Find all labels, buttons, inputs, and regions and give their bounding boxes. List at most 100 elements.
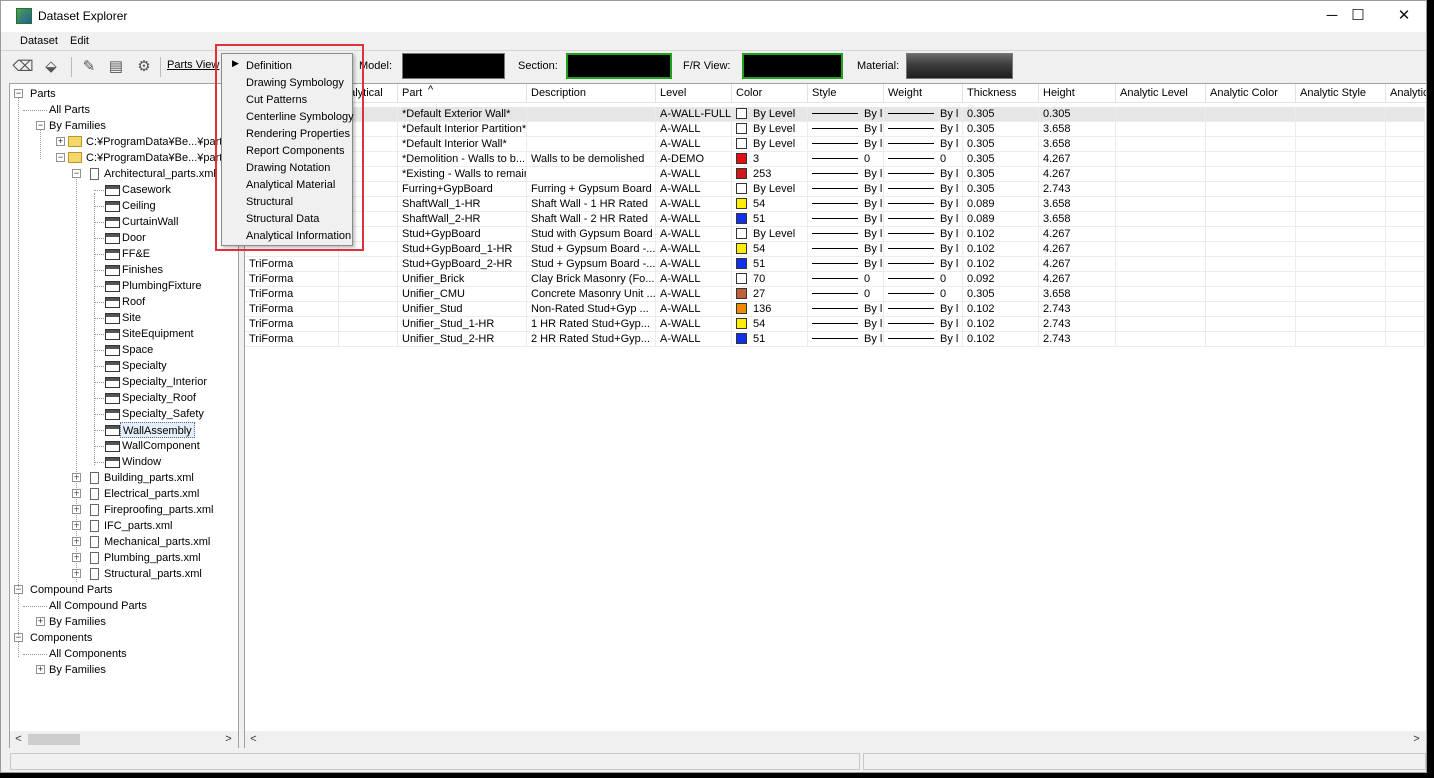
tree-node-by-families[interactable]: By Families xyxy=(49,118,106,134)
table-row[interactable]: *Default Interior Partition* A-WALL By Lev… xyxy=(245,122,1425,137)
table-row[interactable]: Stud+GypBoard Stud with Gypsum Board A-WAL… xyxy=(245,227,1425,242)
table-row[interactable]: ShaftWall_1-HR Shaft Wall - 1 HR Rated A-W… xyxy=(245,197,1425,212)
tree-node-components[interactable]: Components xyxy=(30,630,92,646)
grid-horizontal-scrollbar[interactable]: < > xyxy=(245,731,1426,748)
table-row[interactable]: TriForma Unifier_CMU Concrete Masonry Unit… xyxy=(245,287,1425,302)
gears-icon[interactable]: ⚙ xyxy=(133,56,155,78)
tree-node-category[interactable]: Window xyxy=(122,454,161,470)
maximize-button[interactable]: ☐ xyxy=(1335,1,1381,32)
column-header[interactable]: Height xyxy=(1039,84,1116,103)
tree-node-all-compound-parts[interactable]: All Compound Parts xyxy=(49,598,147,614)
scroll-left-arrow[interactable]: < xyxy=(245,731,262,748)
line-style-sample xyxy=(812,218,858,219)
fr-view-swatch[interactable] xyxy=(742,53,843,79)
table-row[interactable]: TriForma Unifier_Stud_1-HR 1 HR Rated Stud… xyxy=(245,317,1425,332)
section-swatch[interactable] xyxy=(566,53,672,79)
table-row[interactable]: Stud+GypBoard_1-HR Stud + Gypsum Board -.… xyxy=(245,242,1425,257)
column-header[interactable]: Style xyxy=(808,84,884,103)
parts-view-button[interactable]: Parts View xyxy=(167,59,219,71)
close-button[interactable]: ✕ xyxy=(1381,1,1427,32)
expand-toggle-icon[interactable]: + xyxy=(36,665,45,674)
column-header[interactable]: Analytic Level xyxy=(1116,84,1206,103)
column-header[interactable]: Thickness xyxy=(963,84,1039,103)
column-header[interactable]: Weight xyxy=(884,84,963,103)
tree-node-xml-file[interactable]: Electrical_parts.xml xyxy=(104,486,199,502)
table-row[interactable]: *Default Interior Wall* A-WALL By Level By … xyxy=(245,137,1425,152)
tree-node-xml-file[interactable]: Mechanical_parts.xml xyxy=(104,534,210,550)
material-swatch[interactable] xyxy=(906,53,1013,79)
tree-node-category[interactable]: Specialty xyxy=(122,358,167,374)
tree-node-all-components[interactable]: All Components xyxy=(49,646,127,662)
cell-style: By l xyxy=(808,257,884,272)
column-header[interactable]: Analytic Style xyxy=(1296,84,1386,103)
scroll-left-arrow[interactable]: < xyxy=(10,731,27,748)
column-header[interactable]: Color xyxy=(732,84,808,103)
tree-node-compound-parts[interactable]: Compound Parts xyxy=(30,582,113,598)
scroll-thumb[interactable] xyxy=(28,734,80,745)
tree-node-category[interactable]: FF&E xyxy=(122,246,150,262)
tree-node-category[interactable]: Ceiling xyxy=(122,198,156,214)
table-row[interactable]: TriForma Unifier_Stud Non-Rated Stud+Gyp .… xyxy=(245,302,1425,317)
menu-edit[interactable]: Edit xyxy=(70,35,89,47)
tree-node-folder[interactable]: C:¥ProgramData¥Be...¥partA xyxy=(86,150,230,166)
table-row[interactable]: TriForma Unifier_Stud_2-HR 2 HR Rated Stud… xyxy=(245,332,1425,347)
tree-node-category[interactable]: SiteEquipment xyxy=(122,326,194,342)
tree-node-category[interactable]: Roof xyxy=(122,294,145,310)
tree-node-xml-file[interactable]: Plumbing_parts.xml xyxy=(104,550,201,566)
tree-node-category[interactable]: Door xyxy=(122,230,146,246)
edit-icon[interactable]: ✎ xyxy=(78,56,100,78)
column-header[interactable]: Level xyxy=(656,84,732,103)
scroll-right-arrow[interactable]: > xyxy=(1408,731,1425,748)
document-icon[interactable]: ▤ xyxy=(105,56,127,78)
menu-dataset[interactable]: Dataset xyxy=(20,35,58,47)
tree-node-category[interactable]: WallAssembly xyxy=(120,422,195,438)
tree-node-category[interactable]: Space xyxy=(122,342,153,358)
eraser-icon[interactable]: ⌫ xyxy=(12,56,34,78)
tree-node-xml-file[interactable]: Structural_parts.xml xyxy=(104,566,202,582)
table-row[interactable]: ShaftWall_2-HR Shaft Wall - 2 HR Rated A-W… xyxy=(245,212,1425,227)
tree-node-category[interactable]: Casework xyxy=(122,182,171,198)
tree-node-category[interactable]: Specialty_Safety xyxy=(122,406,204,422)
table-row[interactable]: TriForma Unifier_Brick Clay Brick Masonry … xyxy=(245,272,1425,287)
table-row[interactable]: Furring+GypBoard Furring + Gypsum Board A-… xyxy=(245,182,1425,197)
bucket-icon[interactable]: ⬙ xyxy=(40,56,62,78)
column-header[interactable]: Analytic xyxy=(1386,84,1426,103)
model-swatch[interactable] xyxy=(402,53,505,79)
tree-node-category[interactable]: WallComponent xyxy=(122,438,200,454)
expand-toggle-icon[interactable]: − xyxy=(56,153,65,162)
table-row[interactable]: *Existing - Walls to remain A-WALL 253 By l… xyxy=(245,167,1425,182)
column-header[interactable]: Part xyxy=(398,84,527,103)
tree-node-components-by-families[interactable]: By Families xyxy=(49,662,106,678)
color-value: 27 xyxy=(753,288,766,300)
tree-node-all-parts[interactable]: All Parts xyxy=(49,102,90,118)
category-icon xyxy=(105,297,120,308)
weight-value: By l xyxy=(940,333,959,345)
tree-node-category[interactable]: Specialty_Interior xyxy=(122,374,207,390)
tree-node-xml-file[interactable]: IFC_parts.xml xyxy=(104,518,172,534)
line-weight-sample xyxy=(888,338,934,339)
tree-node-category[interactable]: Specialty_Roof xyxy=(122,390,196,406)
tree-horizontal-scrollbar[interactable]: < > xyxy=(10,731,238,748)
table-row[interactable]: *Demolition - Walls to b... Walls to be d… xyxy=(245,152,1425,167)
expand-toggle-icon[interactable]: + xyxy=(56,137,65,146)
scroll-right-arrow[interactable]: > xyxy=(220,731,237,748)
tree-node-category[interactable]: PlumbingFixture xyxy=(122,278,201,294)
cell-weight: By l xyxy=(884,137,963,152)
column-header[interactable]: Analytic Color xyxy=(1206,84,1296,103)
cell-source: TriForma xyxy=(245,272,339,287)
line-weight-sample xyxy=(888,278,934,279)
expand-toggle-icon[interactable]: + xyxy=(36,617,45,626)
tree-node-category[interactable]: CurtainWall xyxy=(122,214,178,230)
table-row[interactable]: *Default Exterior Wall* A-WALL-FULL By Lev… xyxy=(245,107,1425,122)
tree-node-parts[interactable]: Parts xyxy=(30,86,56,102)
column-header[interactable]: Description xyxy=(527,84,656,103)
tree-node-xml-file[interactable]: Building_parts.xml xyxy=(104,470,194,486)
table-row[interactable]: TriForma Stud+GypBoard_2-HR Stud + Gypsum … xyxy=(245,257,1425,272)
tree-node-category[interactable]: Site xyxy=(122,310,141,326)
tree-node-folder[interactable]: C:¥ProgramData¥Be...¥partA xyxy=(86,134,230,150)
style-value: 0 xyxy=(864,273,871,285)
tree-node-architectural-parts[interactable]: Architectural_parts.xml xyxy=(104,166,216,182)
tree-node-category[interactable]: Finishes xyxy=(122,262,163,278)
tree-node-compound-by-families[interactable]: By Families xyxy=(49,614,106,630)
tree-node-xml-file[interactable]: Fireproofing_parts.xml xyxy=(104,502,213,518)
